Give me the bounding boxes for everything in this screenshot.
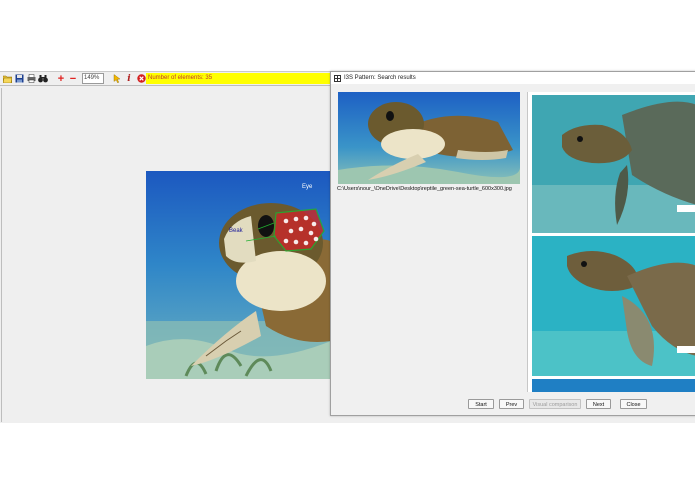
annotated-turtle-image[interactable] bbox=[146, 171, 331, 379]
element-count-display: Number of elements: 35 bbox=[146, 73, 330, 84]
start-button[interactable]: Start bbox=[468, 399, 494, 409]
close-button[interactable]: Close bbox=[620, 399, 647, 409]
save-icon[interactable] bbox=[14, 74, 24, 84]
i3s-pattern-icon bbox=[334, 74, 341, 82]
next-button[interactable]: Next bbox=[586, 399, 611, 409]
query-file-path: C:\Users\nour_\OneDrive\Desktop\reptile_… bbox=[337, 186, 512, 192]
search-results-dialog: I3S Pattern: Search results C:\Users\nou… bbox=[330, 71, 695, 416]
result-image-3[interactable] bbox=[532, 379, 695, 392]
result-image-1[interactable] bbox=[532, 95, 695, 233]
print-icon[interactable] bbox=[26, 74, 36, 84]
eye-label: Eye bbox=[302, 184, 313, 190]
results-list[interactable] bbox=[527, 92, 695, 392]
pointer-icon[interactable] bbox=[112, 74, 122, 84]
visual-comparison-button[interactable]: Visual comparison bbox=[529, 399, 581, 409]
zoom-level-field[interactable]: 149% bbox=[82, 73, 104, 84]
beak-label: Beak bbox=[229, 228, 243, 234]
info-icon[interactable]: i bbox=[124, 74, 134, 84]
dialog-titlebar: I3S Pattern: Search results bbox=[331, 72, 695, 84]
prev-button[interactable]: Prev bbox=[499, 399, 524, 409]
dialog-title: I3S Pattern: Search results bbox=[344, 75, 416, 81]
zoom-in-icon[interactable]: + bbox=[56, 73, 66, 84]
dialog-button-bar: Start Prev Visual comparison Next Close bbox=[331, 399, 695, 411]
query-turtle-image[interactable] bbox=[338, 92, 520, 184]
stop-icon[interactable] bbox=[136, 74, 146, 84]
image-canvas[interactable]: Beak Eye bbox=[1, 88, 331, 422]
result-image-2[interactable] bbox=[532, 236, 695, 376]
open-folder-icon[interactable] bbox=[2, 74, 12, 84]
zoom-out-icon[interactable]: − bbox=[68, 73, 78, 84]
binoculars-icon[interactable] bbox=[38, 74, 48, 84]
